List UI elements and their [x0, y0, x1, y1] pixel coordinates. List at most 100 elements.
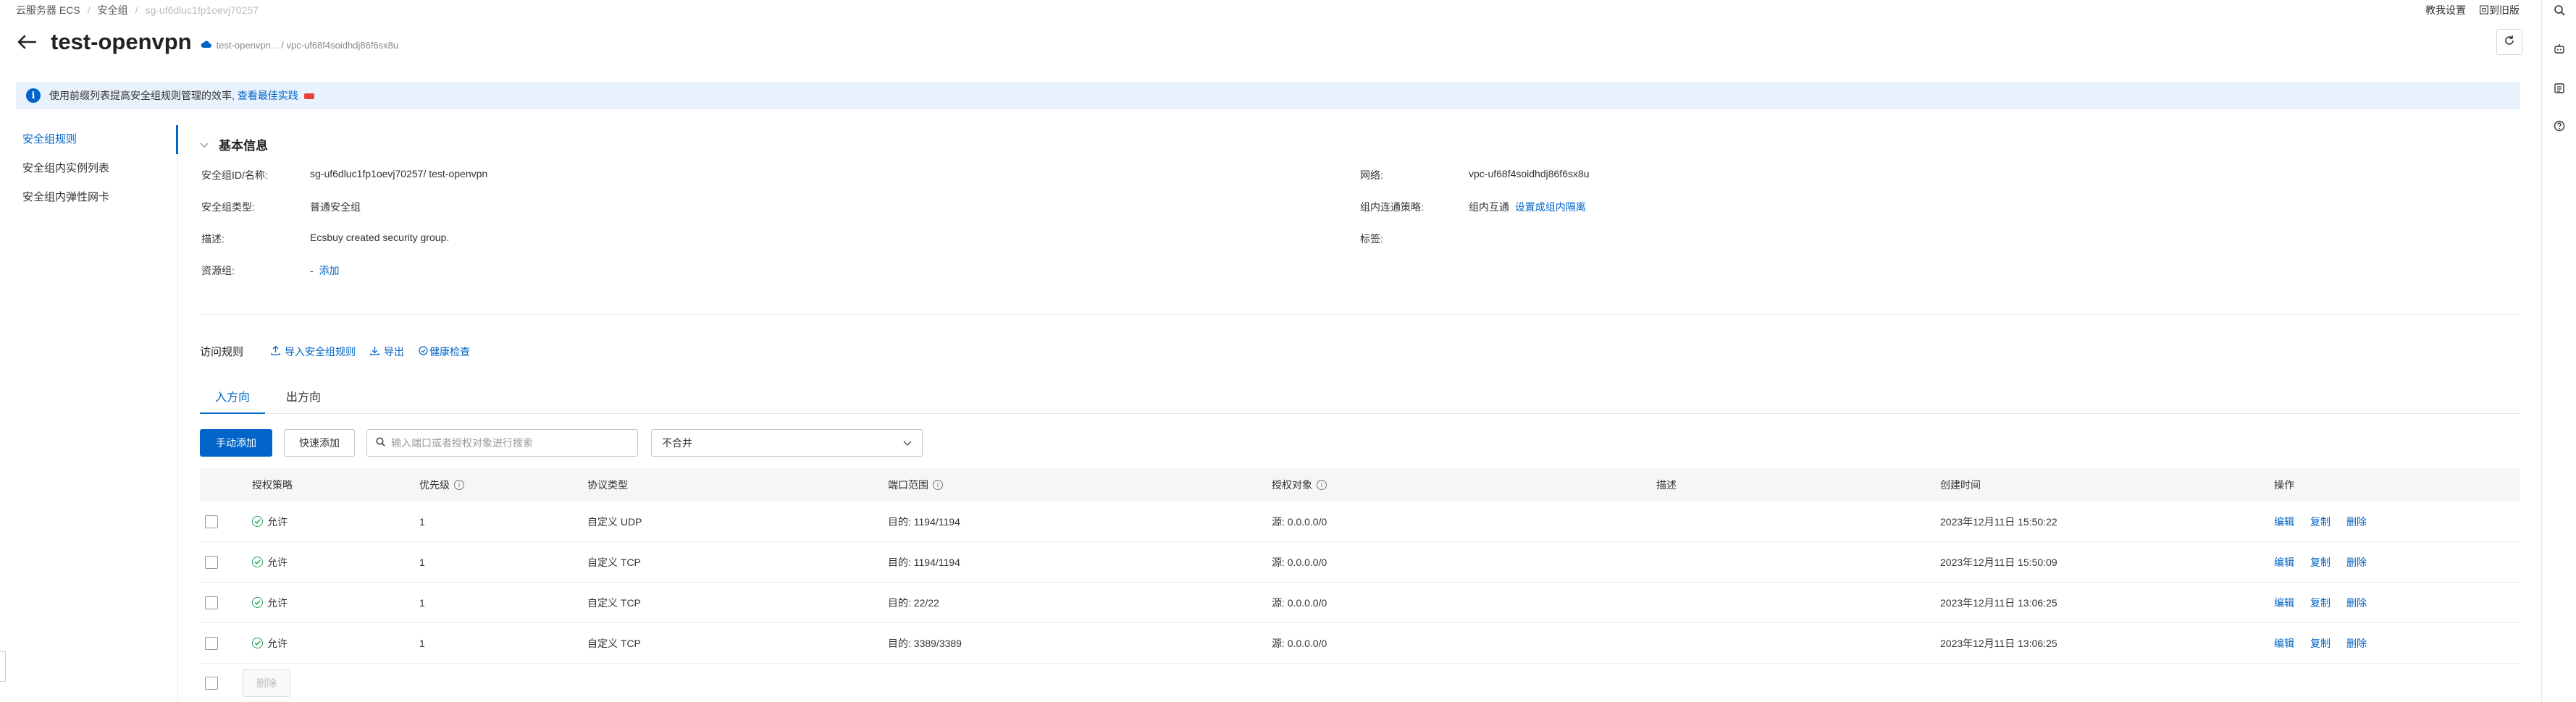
edit-button[interactable]: 编辑 [2274, 596, 2294, 610]
info-row-resource-group: 资源组: - 添加 [201, 263, 339, 278]
col-target: 授权对象 i [1272, 468, 1327, 502]
col-port-label: 端口范围 [888, 479, 928, 491]
info-value: Ecsbuy created security group. [310, 232, 450, 243]
info-label: 描述: [201, 233, 225, 245]
col-priority-label: 优先级 [419, 479, 450, 491]
ops-cell: 编辑 复制 删除 [2274, 583, 2378, 622]
created-cell: 2023年12月11日 15:50:09 [1940, 556, 2057, 568]
info-row-type: 安全组类型: 普通安全组 [201, 200, 361, 214]
quick-add-button[interactable]: 快速添加 [284, 429, 355, 457]
download-icon [370, 346, 379, 358]
target-cell: 源: 0.0.0.0/0 [1272, 556, 1327, 568]
row-checkbox-cell [205, 502, 218, 541]
port-cell: 目的: 22/22 [888, 596, 939, 609]
info-row-id: 安全组ID/名称: sg-uf6dluc1fp1oevj70257/ test-… [201, 168, 487, 182]
info-label: 标签: [1360, 233, 1383, 245]
copy-button[interactable]: 复制 [2310, 515, 2330, 529]
nav-item-enis[interactable]: 安全组内弹性网卡 [0, 183, 177, 212]
col-policy: 授权策略 [252, 479, 293, 491]
col-target-label: 授权对象 [1272, 479, 1312, 491]
back-arrow-icon[interactable] [16, 31, 38, 53]
policy-value: 允许 [267, 556, 288, 568]
row-checkbox-cell [205, 542, 218, 582]
set-isolation-link[interactable]: 设置成组内隔离 [1515, 201, 1586, 213]
collapse-handle[interactable] [0, 651, 6, 682]
info-label: 网络: [1360, 169, 1383, 181]
search-input[interactable]: 输入端口或者授权对象进行搜索 [366, 429, 638, 457]
upload-icon [271, 345, 280, 358]
manual-add-button[interactable]: 手动添加 [200, 429, 272, 457]
help-icon[interactable]: i [454, 480, 464, 490]
export-button[interactable]: 导出 [370, 344, 404, 359]
delete-button[interactable]: 删除 [2346, 636, 2367, 651]
delete-button[interactable]: 删除 [2346, 515, 2367, 529]
table-footer: 删除 [200, 669, 290, 697]
info-row-desc: 描述: Ecsbuy created security group. [201, 232, 449, 246]
search-icon [376, 437, 385, 449]
created-cell: 2023年12月11日 13:06:25 [1940, 637, 2057, 649]
policy-value: 允许 [267, 596, 288, 609]
search-icon[interactable] [2552, 3, 2567, 17]
row-checkbox[interactable] [205, 515, 218, 528]
old-version-link[interactable]: 回到旧版 [2479, 3, 2520, 17]
delete-button[interactable]: 删除 [2346, 555, 2367, 570]
document-icon[interactable] [2552, 81, 2567, 96]
merge-select[interactable]: 不合并 [651, 429, 923, 457]
copy-button[interactable]: 复制 [2310, 636, 2330, 651]
best-practice-link[interactable]: 查看最佳实践 [238, 90, 298, 101]
row-checkbox[interactable] [205, 555, 218, 569]
export-label: 导出 [384, 345, 405, 358]
nav-item-instances[interactable]: 安全组内实例列表 [0, 154, 177, 183]
help-icon[interactable] [2552, 119, 2567, 133]
basic-info-title: 基本信息 [219, 139, 268, 153]
right-rail [2541, 0, 2576, 702]
select-all-checkbox[interactable] [205, 677, 218, 690]
add-resource-group-link[interactable]: 添加 [319, 265, 339, 276]
col-priority: 优先级 i [419, 468, 464, 502]
refresh-button[interactable] [2496, 29, 2522, 55]
help-icon[interactable]: i [1317, 480, 1327, 490]
col-ops: 操作 [2274, 479, 2294, 491]
import-rules-label: 导入安全组规则 [285, 345, 356, 358]
network-link[interactable]: vpc-uf68f4soidhdj86f6sx8u [1469, 168, 1590, 182]
tutorial-link[interactable]: 教我设置 [2425, 3, 2466, 17]
edit-button[interactable]: 编辑 [2274, 515, 2294, 529]
edit-button[interactable]: 编辑 [2274, 636, 2294, 651]
info-label: 安全组ID/名称: [201, 169, 268, 181]
info-icon: i [26, 88, 41, 103]
policy-cell: 允许 [252, 583, 288, 622]
row-checkbox[interactable] [205, 636, 218, 650]
col-desc: 描述 [1656, 479, 1677, 491]
ops-cell: 编辑 复制 删除 [2274, 542, 2378, 582]
robot-icon[interactable] [2552, 42, 2567, 56]
policy-value: 组内互通 [1469, 201, 1509, 213]
tab-inbound[interactable]: 入方向 [200, 384, 266, 414]
target-cell: 源: 0.0.0.0/0 [1272, 637, 1327, 649]
vpc-path[interactable]: test-openvpn... / vpc-uf68f4soidhdj86f6s… [217, 40, 399, 51]
row-checkbox-cell [205, 623, 218, 663]
target-cell: 源: 0.0.0.0/0 [1272, 596, 1327, 609]
tab-outbound[interactable]: 出方向 [271, 384, 336, 414]
cloud-icon [201, 40, 212, 51]
nav-item-rules[interactable]: 安全组规则 [0, 125, 178, 154]
breadcrumb-ecs[interactable]: 云服务器 ECS [16, 3, 80, 17]
table-header: 授权策略 优先级 i 协议类型 端口范围 i 授权对象 i 描述 创建时间 操作 [200, 468, 2520, 502]
delete-button[interactable]: 删除 [2346, 596, 2367, 610]
breadcrumb-separator: / [135, 4, 138, 16]
check-circle-icon [419, 345, 428, 358]
priority-cell: 1 [419, 515, 425, 528]
copy-button[interactable]: 复制 [2310, 555, 2330, 570]
refresh-icon [2504, 35, 2515, 49]
health-check-button[interactable]: 健康检查 [419, 344, 470, 359]
breadcrumb-security-groups[interactable]: 安全组 [98, 3, 128, 17]
basic-info-header[interactable]: 基本信息 [200, 135, 268, 153]
rules-table: 授权策略 优先级 i 协议类型 端口范围 i 授权对象 i 描述 创建时间 操作… [200, 468, 2520, 664]
port-cell: 目的: 1194/1194 [888, 556, 960, 568]
help-icon[interactable]: i [933, 480, 943, 490]
row-checkbox[interactable] [205, 596, 218, 609]
copy-button[interactable]: 复制 [2310, 596, 2330, 610]
import-rules-button[interactable]: 导入安全组规则 [271, 344, 356, 359]
info-value: 组内互通 设置成组内隔离 [1469, 200, 1586, 214]
priority-cell: 1 [419, 596, 425, 609]
edit-button[interactable]: 编辑 [2274, 555, 2294, 570]
